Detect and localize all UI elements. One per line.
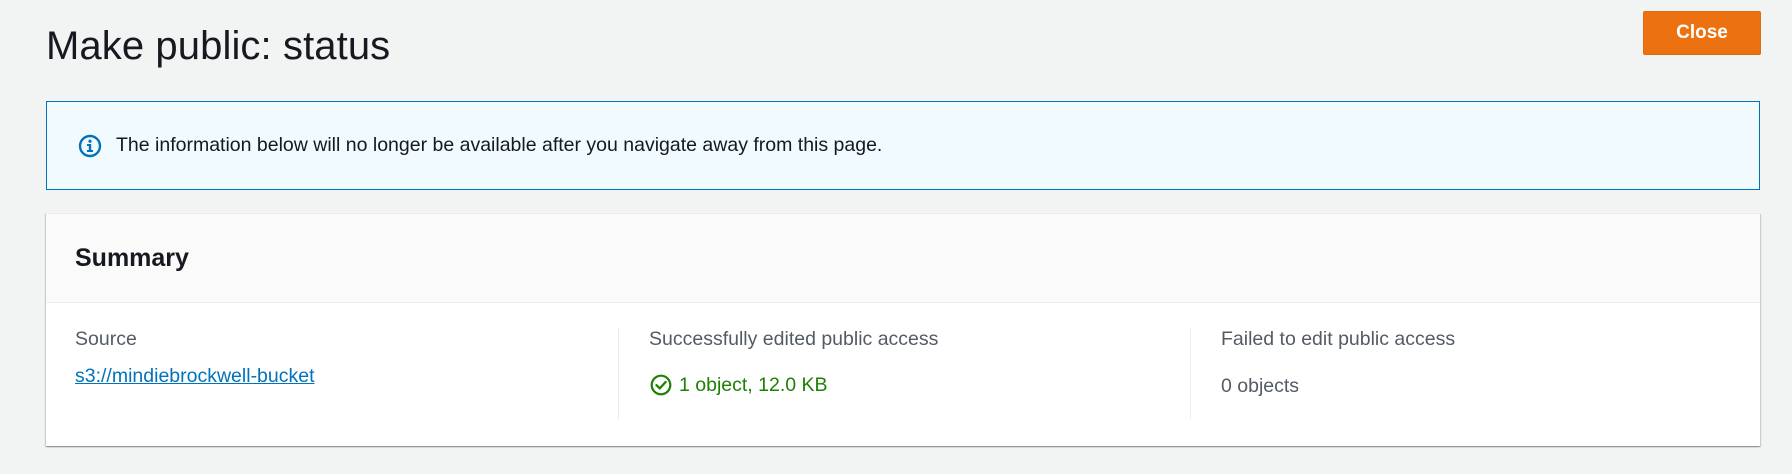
failed-label: Failed to edit public access <box>1221 328 1456 350</box>
success-column: Successfully edited public access 1 obje… <box>618 303 1190 446</box>
failed-column: Failed to edit public access 0 objects <box>1190 303 1760 446</box>
close-button[interactable]: Close <box>1643 11 1761 55</box>
alert-message: The information below will no longer be … <box>116 134 883 156</box>
info-icon <box>77 133 103 159</box>
info-alert: The information below will no longer be … <box>46 101 1760 190</box>
success-label: Successfully edited public access <box>649 328 939 350</box>
success-status: 1 object, 12.0 KB <box>649 373 828 397</box>
summary-body: Source s3://mindiebrockwell-bucket Succe… <box>46 303 1760 446</box>
check-circle-icon <box>649 373 673 397</box>
source-label: Source <box>75 328 137 350</box>
page-title: Make public: status <box>46 24 391 68</box>
source-bucket-link[interactable]: s3://mindiebrockwell-bucket <box>75 365 315 388</box>
source-column: Source s3://mindiebrockwell-bucket <box>46 303 618 446</box>
summary-title: Summary <box>75 244 189 272</box>
summary-header: Summary <box>46 214 1760 303</box>
failed-value: 0 objects <box>1221 375 1300 397</box>
summary-container: Summary Source s3://mindiebrockwell-buck… <box>46 213 1760 446</box>
success-value: 1 object, 12.0 KB <box>679 373 828 396</box>
